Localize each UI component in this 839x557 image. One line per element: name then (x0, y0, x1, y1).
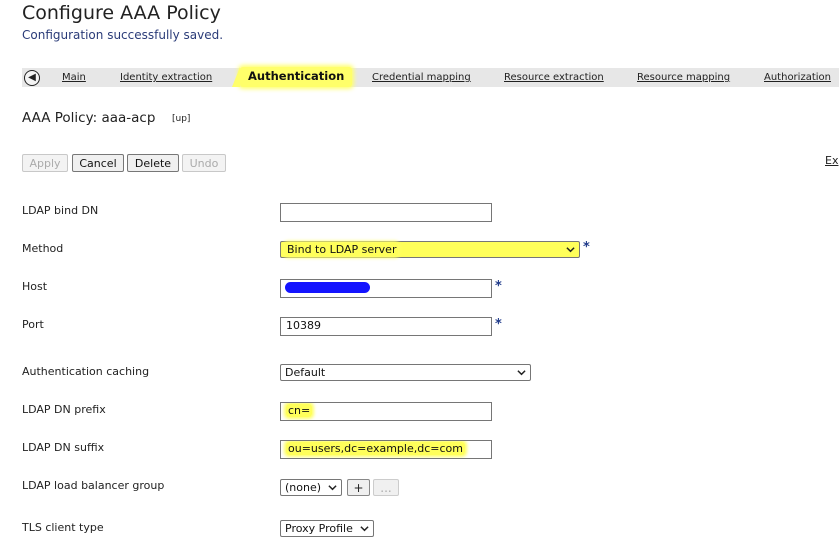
host-label: Host (22, 280, 48, 293)
policy-status-badge: [up] (172, 114, 191, 124)
tls-client-type-value: Proxy Profile (285, 522, 353, 535)
auth-caching-value: Default (285, 366, 326, 379)
method-select[interactable]: Bind to LDAP server (280, 241, 580, 258)
port-label: Port (22, 318, 44, 331)
ldap-bind-dn-input[interactable] (280, 203, 492, 222)
back-arrow-icon[interactable]: ◀ (24, 70, 40, 86)
tab-resource-mapping[interactable]: Resource mapping (637, 72, 730, 83)
auth-caching-label: Authentication caching (22, 365, 150, 378)
required-marker: * (495, 317, 502, 332)
status-message: Configuration successfully saved. (22, 28, 224, 42)
chevron-down-icon (517, 370, 526, 376)
ldap-dn-prefix-label: LDAP DN prefix (22, 403, 106, 416)
ldap-dn-suffix-label: LDAP DN suffix (22, 441, 105, 454)
apply-button[interactable]: Apply (22, 154, 68, 172)
method-label: Method (22, 242, 64, 255)
tab-identity-extraction[interactable]: Identity extraction (120, 72, 212, 83)
chevron-down-icon (360, 526, 369, 532)
chevron-down-icon (566, 247, 575, 253)
delete-button[interactable]: Delete (127, 154, 179, 172)
tab-credential-mapping[interactable]: Credential mapping (372, 72, 471, 83)
page-title: Configure AAA Policy (22, 2, 221, 24)
ldap-lb-group-value: (none) (285, 481, 322, 494)
ldap-lb-group-label: LDAP load balancer group (22, 479, 165, 492)
port-input[interactable]: 10389 (280, 317, 492, 336)
method-value: Bind to LDAP server (285, 243, 399, 256)
ex-link[interactable]: Ex (825, 154, 838, 167)
tab-main[interactable]: Main (62, 72, 86, 83)
ldap-bind-dn-label: LDAP bind DN (22, 204, 99, 217)
ldap-dn-suffix-value: ou=users,dc=example,dc=com (286, 442, 465, 455)
policy-name: AAA Policy: aaa-acp (22, 110, 156, 126)
tab-authentication[interactable]: Authentication (231, 67, 353, 87)
redaction-mark (285, 282, 370, 293)
lb-group-more-button[interactable]: ... (373, 479, 399, 496)
tls-client-type-label: TLS client type (22, 521, 104, 534)
chevron-down-icon (328, 485, 337, 491)
tab-resource-extraction[interactable]: Resource extraction (504, 72, 604, 83)
undo-button[interactable]: Undo (182, 154, 226, 172)
tls-client-type-select[interactable]: Proxy Profile (280, 520, 374, 537)
ldap-dn-prefix-value: cn= (286, 404, 313, 417)
ldap-lb-group-select[interactable]: (none) (280, 479, 342, 496)
ldap-dn-prefix-input[interactable]: cn= (280, 402, 492, 421)
add-lb-group-button[interactable]: + (347, 479, 370, 496)
auth-caching-select[interactable]: Default (280, 364, 531, 381)
required-marker: * (495, 279, 502, 294)
cancel-button[interactable]: Cancel (72, 154, 124, 172)
tab-authorization[interactable]: Authorization (764, 72, 831, 83)
required-marker: * (583, 240, 590, 255)
ldap-dn-suffix-input[interactable]: ou=users,dc=example,dc=com (280, 440, 492, 459)
